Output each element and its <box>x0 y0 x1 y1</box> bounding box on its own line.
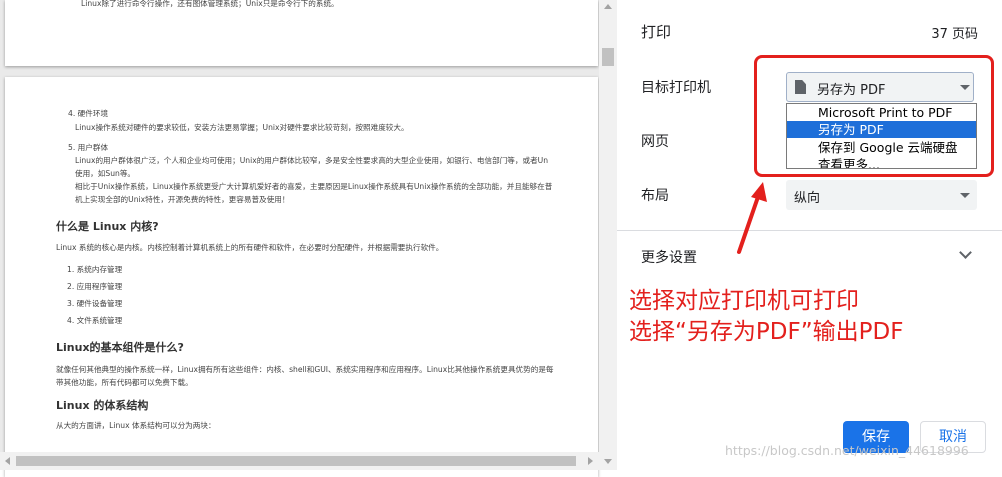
preview-heading: Linux 的体系结构 <box>56 399 149 412</box>
preview-text-line: 带其他功能，所有代码都可以免费下载。 <box>56 378 193 387</box>
preview-page-1: Linux除了进行命令行操作，还有图体管理系统；Unix只是命令行下的系统。 <box>5 0 598 66</box>
scroll-up-icon[interactable] <box>604 4 612 9</box>
preview-text-line: 相比于Unix操作系统，Linux操作系统更受广大计算机爱好者的喜爱，主要原因是… <box>75 182 553 191</box>
preview-heading: Linux的基本组件是什么? <box>56 341 184 354</box>
print-settings-panel: 打印 37 页码 目标打印机 另存为 PDF Microsoft Print t… <box>617 0 1002 470</box>
preview-list-item: 4. 文件系统管理 <box>67 316 123 325</box>
destination-label: 目标打印机 <box>641 80 711 96</box>
preview-text-line: 使用，如Sun等。 <box>75 169 136 178</box>
print-title: 打印 <box>641 23 672 41</box>
preview-list-item: 5. 用户群体 <box>68 143 109 152</box>
scrollbar-thumb[interactable] <box>602 48 614 66</box>
chevron-down-icon <box>960 193 970 198</box>
preview-list-item: 3. 硬件设备管理 <box>67 299 123 308</box>
more-settings-toggle[interactable]: 更多设置 <box>641 247 697 267</box>
layout-select[interactable]: 纵向 <box>786 180 977 210</box>
preview-page-2: 4. 硬件环境 Linux操作系统对硬件的要求较低，安装方法更易掌握；Unix对… <box>5 77 598 477</box>
preview-vertical-scrollbar[interactable] <box>599 0 617 470</box>
preview-list-item: 4. 硬件环境 <box>68 109 109 118</box>
divider <box>617 230 1002 231</box>
preview-text-line: Linux操作系统对硬件的要求较低，安装方法更易掌握；Unix对硬件要求比较苛刻… <box>75 123 409 132</box>
page-count: 37 页码 <box>931 27 978 42</box>
chevron-down-icon[interactable] <box>959 246 972 259</box>
preview-heading: 什么是 Linux 内核? <box>56 220 159 233</box>
preview-text-line: 机上实现全部的Unix特性，开源免费的特性，更容易普及使用！ <box>75 195 290 204</box>
annotation-text: 选择对应打印机可打印 <box>629 288 859 314</box>
preview-list-item: 2. 应用程序管理 <box>67 282 123 291</box>
layout-label: 布局 <box>641 188 669 204</box>
preview-text-line: Linux 系统的核心是内核。内核控制着计算机系统上的所有硬件和软件，在必要时分… <box>56 243 444 252</box>
layout-value: 纵向 <box>794 191 821 206</box>
scrollbar-thumb[interactable] <box>16 456 576 466</box>
preview-horizontal-scrollbar[interactable] <box>0 452 599 470</box>
print-preview-area: Linux除了进行命令行操作，还有图体管理系统；Unix只是命令行下的系统。 4… <box>0 0 617 477</box>
pages-label: 网页 <box>641 134 669 150</box>
scroll-down-icon[interactable] <box>604 459 612 464</box>
preview-text-line: Linux的用户群体很广泛，个人和企业均可使用；Unix的用户群体比较窄，多是安… <box>75 156 549 165</box>
preview-list-item: 1. 系统内存管理 <box>67 265 123 274</box>
scroll-left-icon[interactable] <box>5 457 10 465</box>
annotation-highlight-box <box>754 55 994 177</box>
preview-text-line: 就像任何其他典型的操作系统一样，Linux拥有所有这些组件：内核、shell和G… <box>56 365 554 374</box>
annotation-text: 选择“另存为PDF”输出PDF <box>629 319 904 345</box>
preview-text-line: 从大的方面讲，Linux 体系结构可以分为两块： <box>56 421 216 430</box>
annotation-arrow-icon <box>737 182 767 254</box>
preview-text-line: Linux除了进行命令行操作，还有图体管理系统；Unix只是命令行下的系统。 <box>81 0 339 8</box>
scroll-right-icon[interactable] <box>588 457 593 465</box>
watermark: https://blog.csdn.net/weixin_44618996 <box>725 443 969 458</box>
